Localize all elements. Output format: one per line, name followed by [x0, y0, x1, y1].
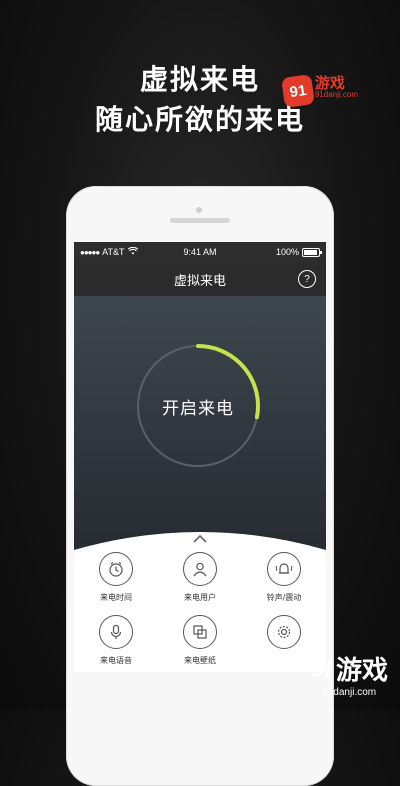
watermark-bottom-cn: 游戏 [335, 656, 388, 686]
battery-percent: 100% [275, 247, 299, 257]
watermark-cn: 游戏 [314, 74, 345, 92]
settings-icon [267, 615, 301, 649]
watermark-en: 91danji.com [314, 90, 358, 99]
clock-icon [99, 552, 133, 586]
hero-area: 开启来电 [74, 296, 326, 556]
watermark-bottom-badge: 9l [310, 653, 332, 683]
menu-item-caller[interactable]: 来电用户 [158, 552, 242, 603]
menu-label: 来电壁纸 [184, 656, 216, 665]
menu-item-wallpaper[interactable]: 来电壁纸 [158, 615, 242, 666]
camera-dot [196, 207, 202, 213]
carrier: AT&T [102, 247, 125, 257]
phone-mockup: ●●●●● AT&T 9:41 AM 100% 虚拟来电 ? 开启来电 来电时间… [66, 186, 334, 786]
watermark-bottom-en: 91danji.com [322, 687, 377, 698]
help-icon[interactable]: ? [298, 270, 316, 288]
user-icon [183, 552, 217, 586]
menu-label: 来电时间 [100, 593, 132, 602]
menu-label: 来电语音 [100, 656, 132, 665]
page-title: 虚拟来电 [173, 273, 226, 289]
nav-bar: 虚拟来电 ? [74, 262, 326, 296]
bell-icon [267, 552, 301, 586]
watermark-logo-top: 91 游戏 91danji.com [280, 74, 358, 108]
chevron-up-icon[interactable] [192, 534, 208, 544]
wallpaper-icon [183, 615, 217, 649]
watermark-badge: 91 [280, 74, 315, 108]
wifi-icon [127, 246, 138, 257]
microphone-icon [99, 615, 133, 649]
battery-icon [302, 247, 322, 257]
menu-label: 来电用户 [184, 593, 216, 602]
menu-panel: 来电时间 来电用户 铃声/震动 来电语音 来电壁纸 [74, 532, 326, 672]
app-screen: ●●●●● AT&T 9:41 AM 100% 虚拟来电 ? 开启来电 来电时间… [74, 242, 326, 672]
speaker-grille [170, 218, 230, 223]
menu-grid: 来电时间 来电用户 铃声/震动 来电语音 来电壁纸 [74, 552, 326, 666]
signal-icon: ●●●●● [80, 247, 100, 257]
menu-label: 铃声/震动 [266, 593, 302, 602]
start-call-button[interactable]: 开启来电 [134, 342, 262, 470]
menu-item-call-time[interactable]: 来电时间 [74, 552, 158, 603]
menu-item-ringtone[interactable]: 铃声/震动 [242, 552, 326, 603]
menu-item-voice[interactable]: 来电语音 [74, 615, 158, 666]
status-bar: ●●●●● AT&T 9:41 AM 100% [74, 242, 326, 262]
watermark-logo-bottom: 9l 游戏 91danji.com [310, 650, 388, 698]
